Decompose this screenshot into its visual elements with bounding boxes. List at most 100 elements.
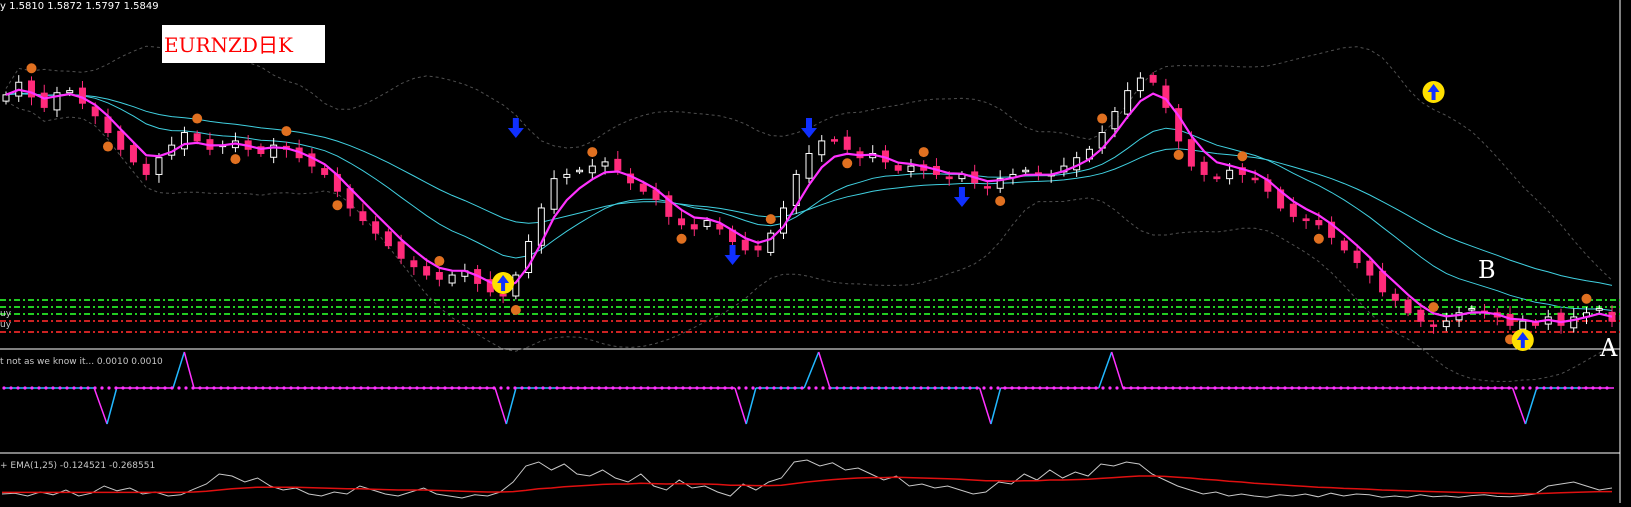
indicator1-dot [191,386,195,390]
candle-body [1519,320,1527,330]
indicator1-dot [275,386,279,390]
indicator1-dot [1395,386,1399,390]
candle-body [321,168,329,175]
indicator1-dot [1500,386,1504,390]
indicator1-segment [817,351,831,389]
indicator1-dot [1507,386,1511,390]
indicator1-dot [653,386,657,390]
indicator1-dot [569,386,573,390]
candle-body [576,169,584,173]
indicator1-dot [142,386,146,390]
indicator1-dot [1213,386,1217,390]
candle-body [423,266,431,276]
signal-marker [102,141,113,152]
indicator1-dot [247,386,251,390]
indicator1-dot [1108,386,1112,390]
indicator1-dot [961,386,965,390]
indicator1-dot [828,386,832,390]
indicator1-dot [408,386,412,390]
candle-body [601,161,609,167]
indicator1-dot [1311,386,1315,390]
indicator1-dot [1451,386,1455,390]
chart-svg [0,0,1621,503]
candle-body [983,186,991,189]
indicator1-dot [1080,386,1084,390]
indicator1-dot [695,386,699,390]
indicator1-dot [919,386,923,390]
indicator1-dot [226,386,230,390]
candle-body [818,140,826,156]
indicator1-dot [1255,386,1259,390]
indicator1-dot [730,386,734,390]
left-label-1: uy [0,309,12,319]
signal-marker [995,196,1006,207]
indicator1-dot [1122,386,1126,390]
indicator1-dot [1234,386,1238,390]
indicator1-dot [513,386,517,390]
indicator1-dot [618,386,622,390]
indicator1-dot [1577,386,1581,390]
candle-body [155,157,163,175]
indicator1-dot [1010,386,1014,390]
signal-marker [842,158,853,169]
candle-body [435,272,443,280]
indicator1-dot [1269,386,1273,390]
candle-body [91,106,99,117]
indicator1-dot [254,386,258,390]
indicator1-dot [240,386,244,390]
indicator1-dot [1038,386,1042,390]
signal-marker [1173,149,1184,160]
indicator1-dot [310,386,314,390]
candle-body [1200,161,1208,175]
indicator1-dot [527,386,531,390]
indicator1-dot [1514,386,1518,390]
indicator1-dot [954,386,958,390]
indicator1-dot [1388,386,1392,390]
indicator1-segment [978,387,992,425]
candle-body [1353,250,1361,263]
indicator1-dot [1087,386,1091,390]
indicator1-dot [170,386,174,390]
indicator1-dot [1458,386,1462,390]
indicator1-dot [590,386,594,390]
indicator1-dot [1017,386,1021,390]
candle-body [678,218,686,226]
indicator1-dot [429,386,433,390]
indicator1-dot [44,386,48,390]
indicator1-dot [261,386,265,390]
indicator1-dot [1206,386,1210,390]
indicator2-label: + EMA(1,25) -0.124521 -0.268551 [0,461,156,471]
indicator1-segment [505,387,517,425]
signal-marker [434,256,445,267]
indicator1-dot [737,386,741,390]
indicator1-dot [1535,386,1539,390]
indicator1-dot [506,386,510,390]
indicator1-dot [198,386,202,390]
candle-body [588,165,596,174]
indicator1-dot [604,386,608,390]
indicator1-segment [1110,351,1124,389]
signal-marker [676,233,687,244]
signal-marker [230,154,241,165]
candle-body [1187,139,1195,167]
signal-marker [510,304,521,315]
indicator1-dot [674,386,678,390]
indicator1-dot [1024,386,1028,390]
indicator1-dot [359,386,363,390]
indicator1-dot [1339,386,1343,390]
candle-body [1595,308,1603,311]
candle-body [907,165,915,173]
indicator1-dot [835,386,839,390]
indicator1-dot [1143,386,1147,390]
indicator1-dot [1556,386,1560,390]
indicator1-dot [863,386,867,390]
signal-marker [1581,293,1592,304]
indicator1-dot [93,386,97,390]
indicator1-dot [1052,386,1056,390]
indicator1-dot [380,386,384,390]
indicator1-dot [100,386,104,390]
indicator1-dot [471,386,475,390]
signal-marker [918,147,929,158]
title-box: EURNZD日K [162,25,325,63]
indicator1-dot [898,386,902,390]
